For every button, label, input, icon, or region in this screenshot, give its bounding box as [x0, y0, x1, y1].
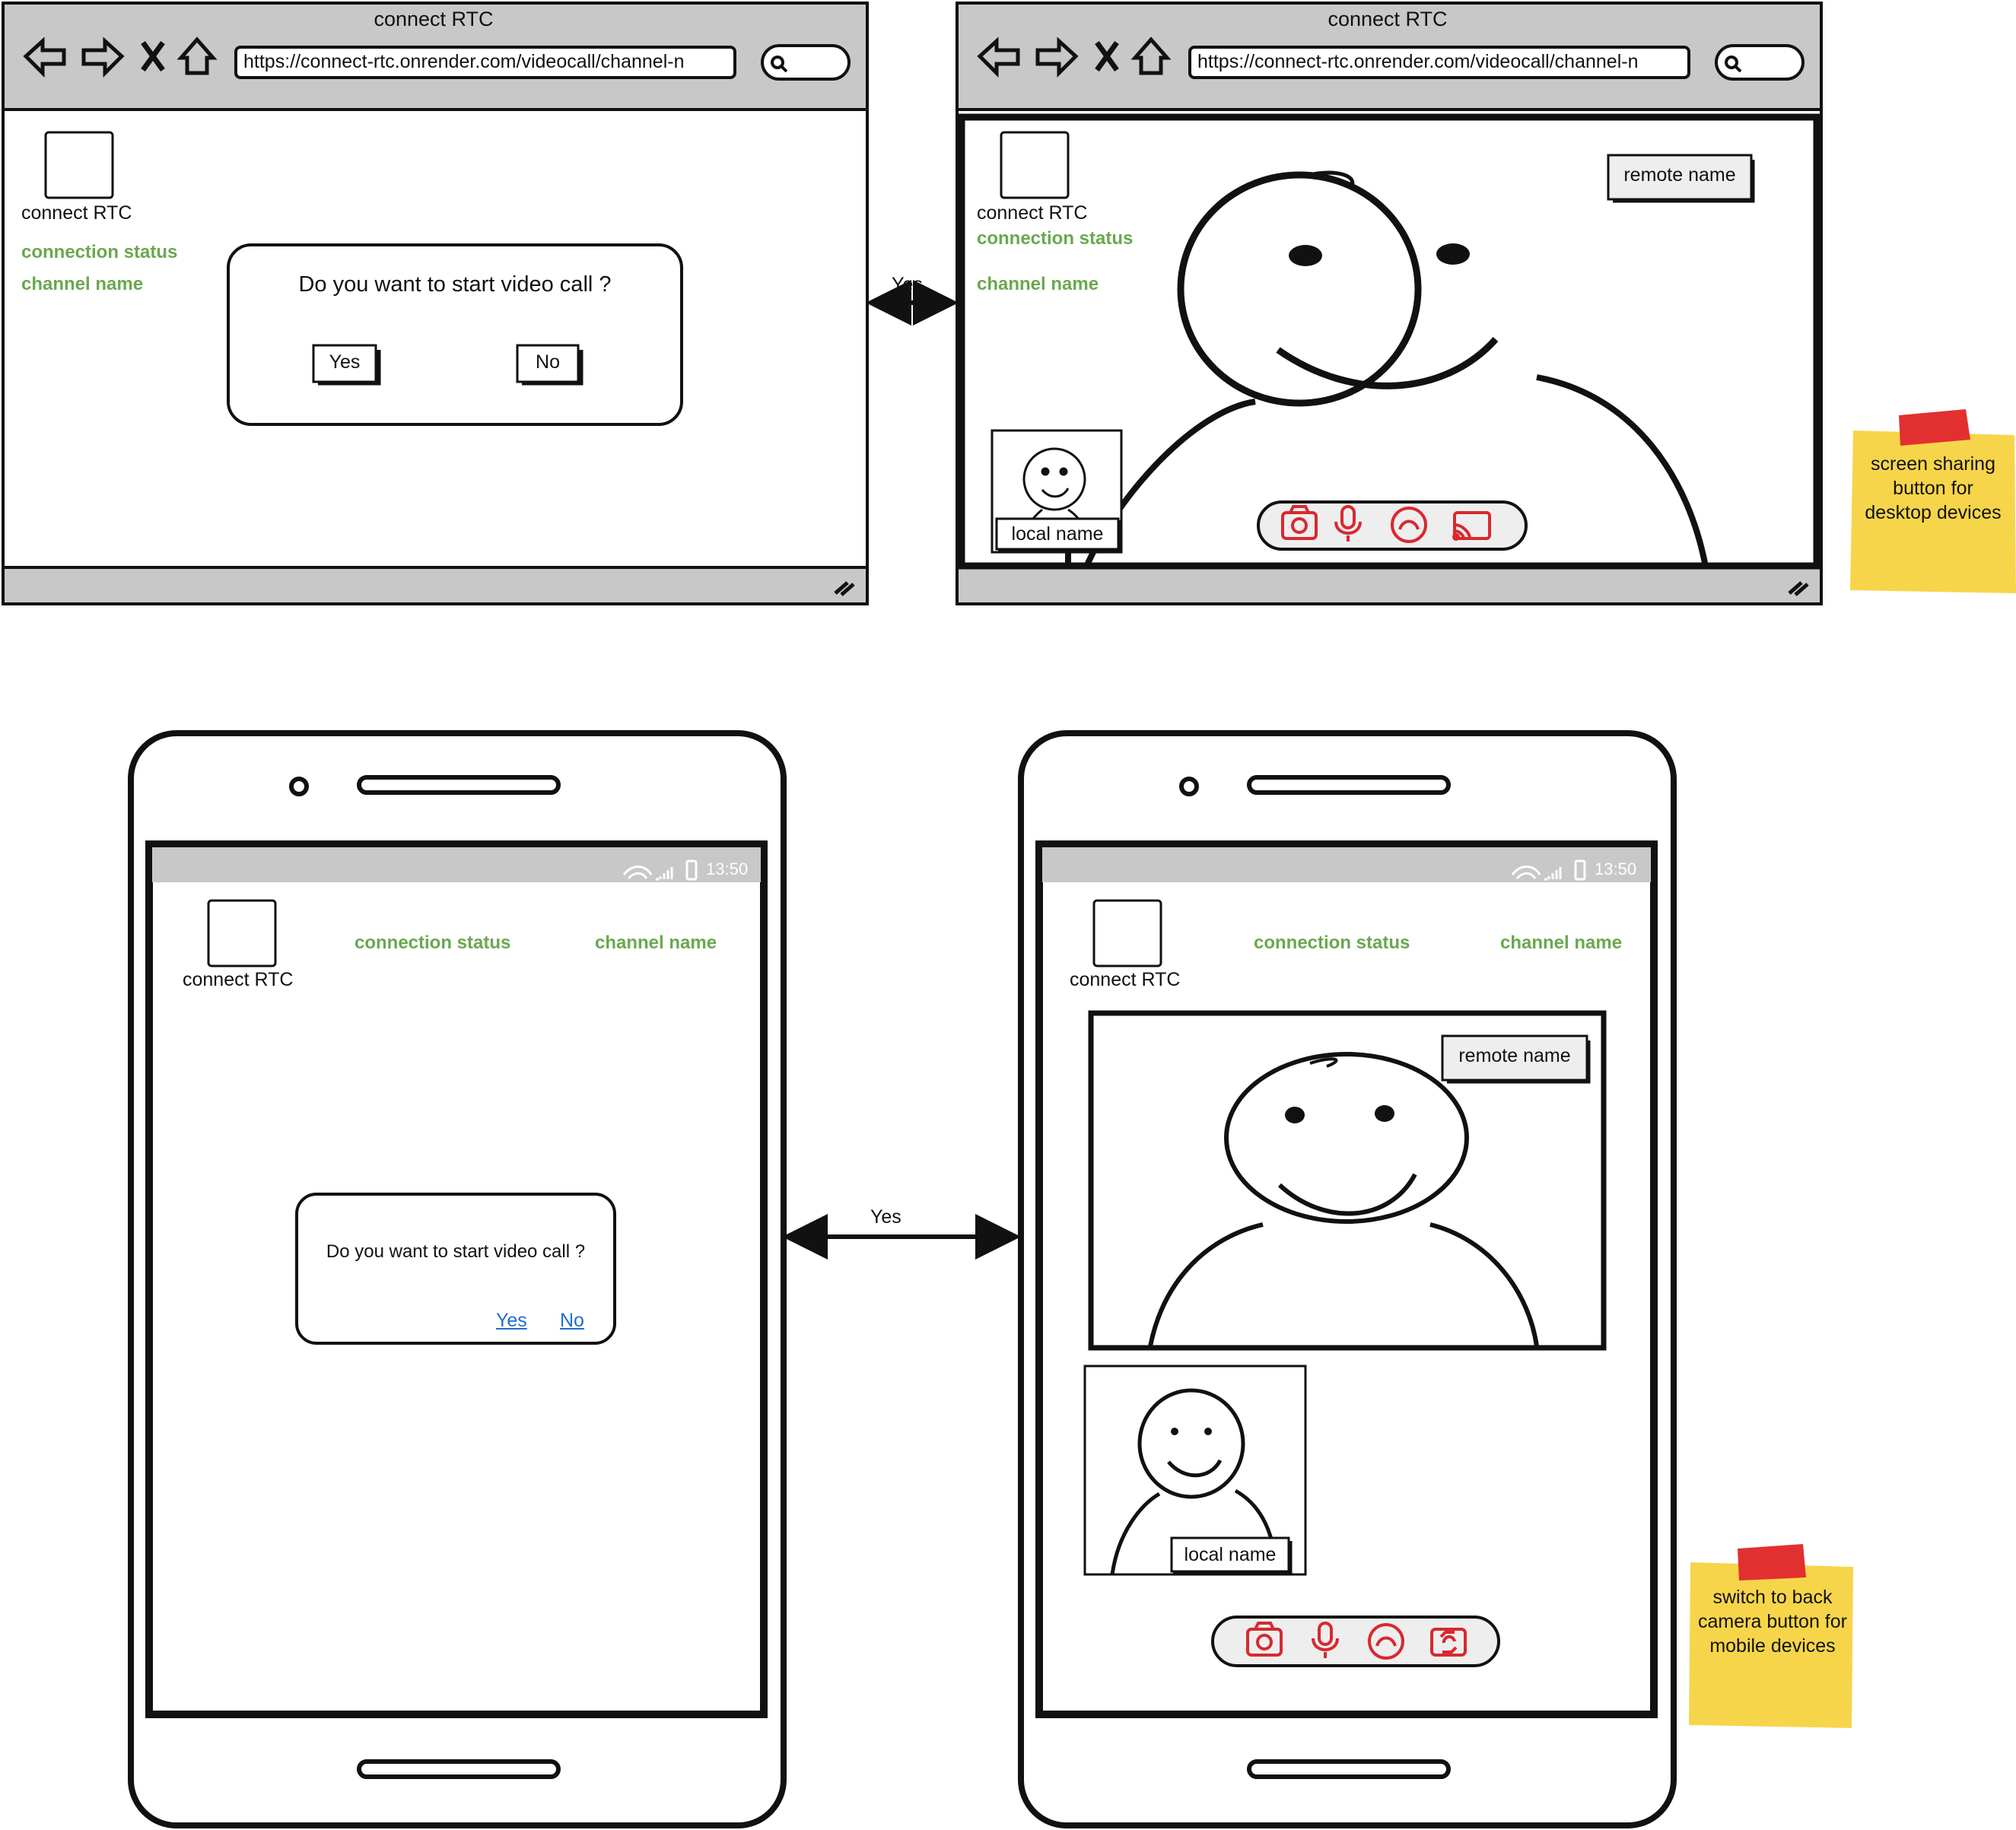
remote-name-label: remote name [1623, 164, 1736, 186]
signal-icon [1543, 864, 1564, 881]
no-link[interactable]: No [560, 1310, 584, 1332]
back-icon[interactable] [977, 38, 1022, 76]
sticky-note-mobile: switch to back camera button for mobile … [1698, 1587, 1847, 1657]
channel-name: channel name [21, 274, 144, 294]
app-brand: connect RTC [977, 202, 1088, 224]
arrow-label-yes: Yes [870, 1206, 901, 1228]
connection-status: connection status [21, 242, 178, 262]
sticky-notes [1689, 409, 2016, 1728]
home-icon[interactable] [178, 37, 216, 76]
browser-window-2 [956, 2, 1823, 605]
browser-window-1 [2, 2, 869, 605]
dialog-question: Do you want to start video call ? [326, 1241, 586, 1262]
connection-status: connection status [355, 932, 511, 953]
dialog-question: Do you want to start video call ? [298, 272, 612, 297]
stop-icon[interactable] [1094, 38, 1121, 76]
app-brand: connect RTC [21, 202, 132, 224]
address-bar[interactable]: https://connect-rtc.onrender.com/videoca… [243, 51, 684, 73]
yes-button[interactable]: Yes [313, 351, 376, 373]
yes-link[interactable]: Yes [496, 1310, 527, 1332]
local-name-label: local name [1011, 523, 1104, 545]
channel-name: channel name [1500, 932, 1623, 953]
app-brand: connect RTC [1070, 969, 1181, 990]
wifi-icon [621, 863, 654, 881]
address-bar[interactable]: https://connect-rtc.onrender.com/videoca… [1197, 51, 1638, 73]
camera-icon[interactable] [1246, 1622, 1283, 1657]
phone-2 [1018, 730, 1677, 1828]
status-time: 13:50 [706, 859, 749, 878]
browser-title: connect RTC [1328, 8, 1448, 30]
logo-placeholder [46, 132, 113, 198]
battery-icon [1573, 859, 1587, 881]
sticky-note-desktop: screen sharing button for desktop device… [1865, 453, 2002, 523]
battery-icon [685, 859, 698, 881]
microphone-icon[interactable] [1334, 505, 1365, 543]
screen-share-icon[interactable] [1453, 511, 1491, 540]
signal-icon [654, 864, 676, 881]
stop-icon[interactable] [140, 38, 167, 76]
arrow-label-yes: Yes [892, 274, 923, 295]
phone-1 [128, 730, 787, 1828]
wifi-icon [1509, 863, 1543, 881]
connection-status: connection status [977, 228, 1134, 249]
forward-icon[interactable] [1035, 38, 1080, 76]
local-name-label: local name [1184, 1544, 1277, 1565]
microphone-icon[interactable] [1312, 1622, 1342, 1660]
search-icon[interactable] [1716, 46, 1803, 79]
switch-camera-icon[interactable] [1430, 1628, 1467, 1657]
hang-up-icon[interactable] [1368, 1623, 1404, 1660]
camera-icon[interactable] [1281, 505, 1318, 540]
no-button[interactable]: No [517, 351, 578, 373]
home-icon[interactable] [1132, 37, 1170, 76]
status-time: 13:50 [1595, 859, 1637, 878]
search-icon[interactable] [762, 46, 849, 79]
remote-name-label: remote name [1458, 1045, 1571, 1066]
connection-status: connection status [1254, 932, 1410, 953]
channel-name: channel name [595, 932, 717, 953]
browser-title: connect RTC [374, 8, 494, 30]
back-icon[interactable] [23, 38, 68, 76]
forward-icon[interactable] [81, 38, 126, 76]
hang-up-icon[interactable] [1391, 507, 1427, 543]
app-brand: connect RTC [183, 969, 294, 990]
channel-name: channel name [977, 274, 1099, 294]
